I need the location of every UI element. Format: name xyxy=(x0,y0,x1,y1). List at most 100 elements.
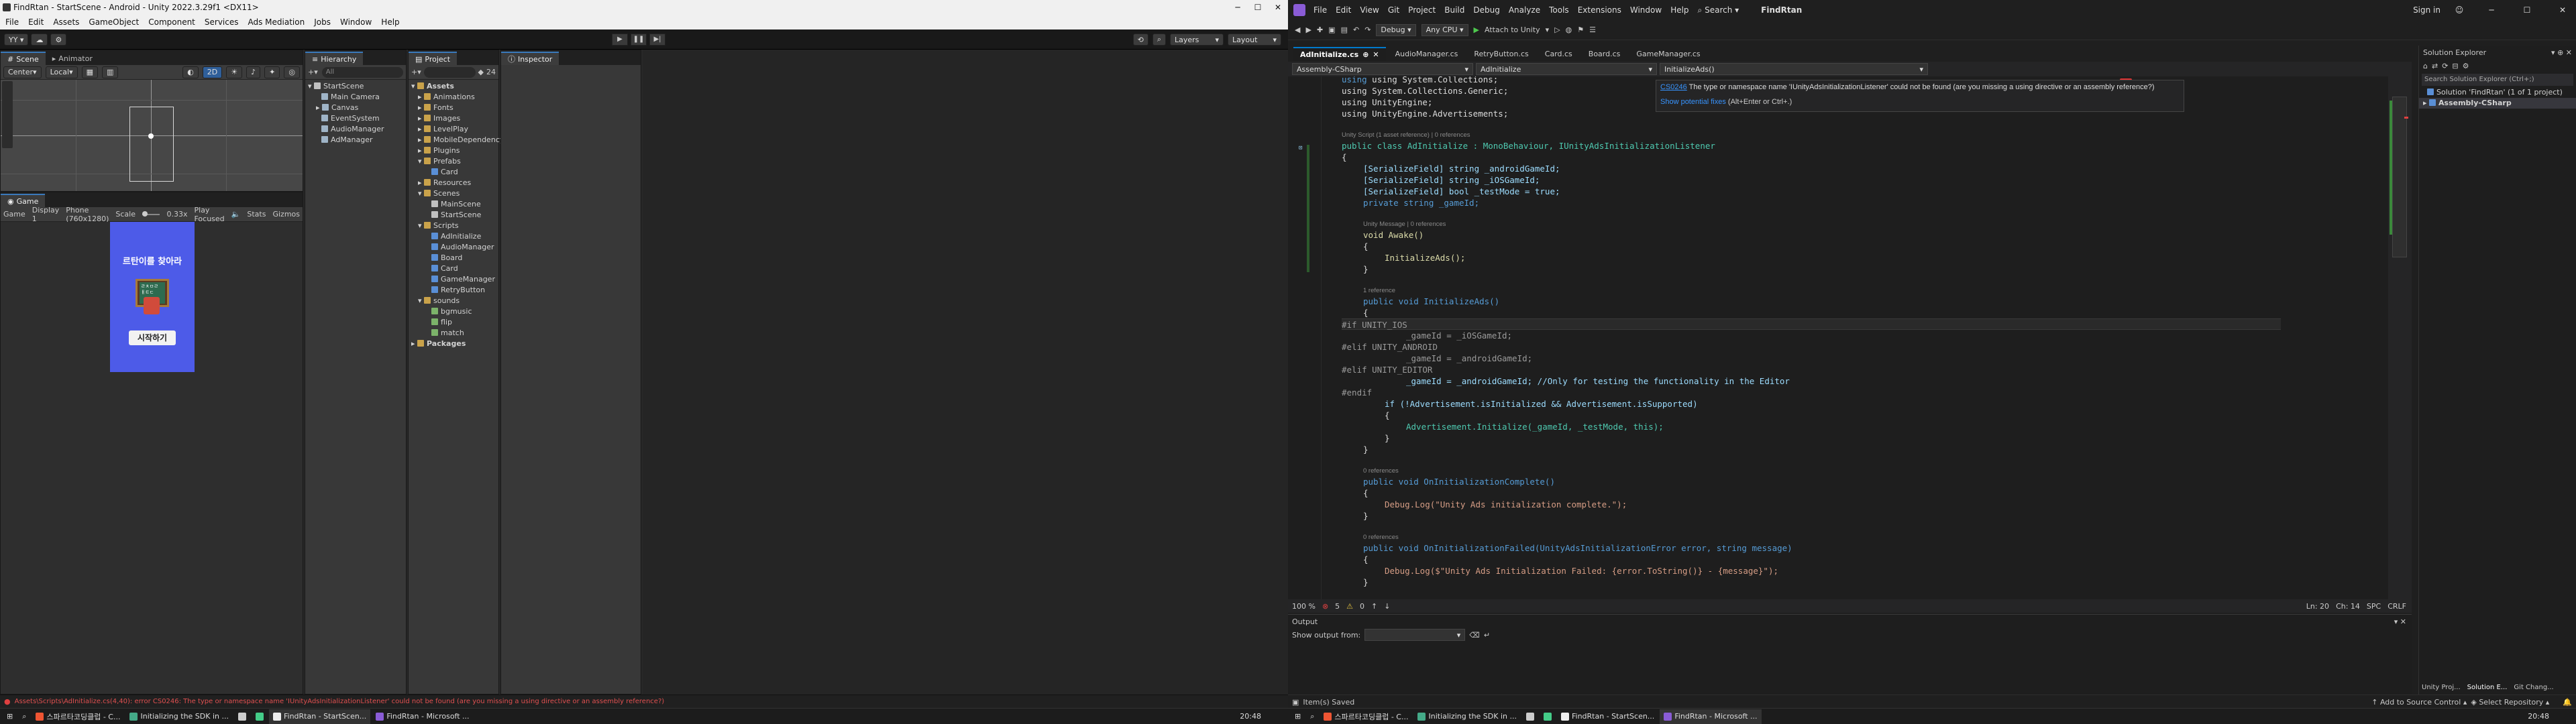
tab-board[interactable]: Board.cs xyxy=(1582,47,1627,60)
project-folder[interactable]: ▾ Scenes xyxy=(411,188,496,199)
menu-help[interactable]: Help xyxy=(381,17,399,27)
settings-icon[interactable]: ⚙ xyxy=(2463,62,2469,70)
tab-gamemanager[interactable]: GameManager.cs xyxy=(1629,47,1707,60)
tab-solution-explorer[interactable]: Solution E... xyxy=(2467,684,2508,691)
editor-scrollbar-map[interactable] xyxy=(2388,76,2412,599)
grid-snap-icon[interactable]: ▦ xyxy=(81,66,99,78)
filter-icon[interactable]: ◆ xyxy=(478,68,484,76)
project-nav-dropdown[interactable]: Assembly-CSharp ▾ xyxy=(1292,63,1473,75)
home-icon[interactable]: ⌂ xyxy=(2423,62,2428,70)
tab-unity-project[interactable]: Unity Proj... xyxy=(2422,684,2461,691)
save-all-icon[interactable]: ▤ xyxy=(1341,25,1348,34)
hierarchy-item[interactable]: ▸ Canvas xyxy=(308,103,403,113)
tab-scene[interactable]: # Scene xyxy=(1,52,46,65)
menu-gameobject[interactable]: GameObject xyxy=(89,17,139,27)
save-icon[interactable]: ▣ xyxy=(1328,25,1335,34)
project-asset[interactable]: AudioManager xyxy=(411,242,496,253)
show-fixes-link[interactable]: Show potential fixes xyxy=(1660,98,1726,106)
unity-status-bar[interactable]: ● Assets\Scripts\AdInitialize.cs(4,40): … xyxy=(0,695,1288,708)
camera-frame[interactable] xyxy=(129,107,174,182)
sign-in-link[interactable]: Sign in xyxy=(2413,5,2440,15)
hierarchy-item[interactable]: AdManager xyxy=(308,135,403,145)
tab-hierarchy[interactable]: ≡ Hierarchy xyxy=(305,52,364,65)
config-dropdown[interactable]: Debug ▾ xyxy=(1376,23,1416,36)
start-button[interactable]: 시작하기 xyxy=(129,330,176,345)
close-icon[interactable]: ✕ xyxy=(1268,0,1288,15)
taskbar-item[interactable]: FindRtan - StartScen... xyxy=(1557,709,1658,724)
vs-menu-window[interactable]: Window xyxy=(1630,5,1662,15)
nav-up-icon[interactable]: ↑ xyxy=(1371,602,1377,611)
taskbar-item[interactable]: 스파르타코딩클럽 - C... xyxy=(32,709,124,724)
code-lens[interactable]: 0 references xyxy=(1342,533,2281,542)
tab-adinitialize[interactable]: AdInitialize.cs ⊕ ✕ xyxy=(1293,47,1386,60)
solution-search-input[interactable]: Search Solution Explorer (Ctrl+;) xyxy=(2422,74,2573,86)
whitespace-mode[interactable]: SPC xyxy=(2367,602,2381,611)
word-wrap-icon[interactable]: ↵ xyxy=(1484,631,1490,640)
project-folder[interactable]: ▸ Resources xyxy=(411,178,496,188)
taskbar-item[interactable]: FindRtan - Microsoft ... xyxy=(1660,709,1762,724)
comment-icon[interactable]: ☰ xyxy=(1589,25,1596,34)
history-icon[interactable]: ⟲ xyxy=(1132,34,1148,46)
pin-icon[interactable]: ▾ ⊕ ✕ xyxy=(2551,48,2576,57)
taskbar-item[interactable]: Initializing the SDK in ... xyxy=(125,709,233,724)
taskbar-item[interactable]: FindRtan - StartScen... xyxy=(269,709,371,724)
scene-tool-palette[interactable] xyxy=(2,81,13,148)
lighting-icon[interactable]: ☀ xyxy=(226,66,243,78)
solution-node[interactable]: Solution 'FindRtan' (1 of 1 project) xyxy=(2419,87,2576,98)
project-asset[interactable]: bgmusic xyxy=(411,306,496,317)
taskbar-item[interactable] xyxy=(1522,709,1538,724)
project-asset[interactable]: Card xyxy=(411,167,496,178)
platform-dropdown[interactable]: Any CPU ▾ xyxy=(1421,23,1468,36)
project-asset[interactable]: AdInitialize xyxy=(411,231,496,242)
error-code-link[interactable]: CS0246 xyxy=(1660,83,1687,91)
project-folder[interactable]: ▸ Plugins xyxy=(411,145,496,156)
minimize-icon[interactable]: ─ xyxy=(1228,0,1248,15)
menu-file[interactable]: File xyxy=(5,17,19,27)
hierarchy-item[interactable]: EventSystem xyxy=(308,113,403,124)
draw-mode-icon[interactable]: ◐ xyxy=(182,66,199,78)
refresh-icon[interactable]: ⟳ xyxy=(2442,62,2448,70)
start-debug-icon[interactable]: ▶ xyxy=(1474,25,1479,34)
vs-menu-help[interactable]: Help xyxy=(1670,5,1688,15)
toggle-2d-button[interactable]: 2D xyxy=(202,66,223,78)
new-item-icon[interactable]: ✚ xyxy=(1317,25,1323,34)
project-folder[interactable]: ▾ Scripts xyxy=(411,221,496,231)
sync-icon[interactable]: ⇄ xyxy=(2432,62,2438,70)
undo-icon[interactable]: ↶ xyxy=(1353,25,1359,34)
tab-animator[interactable]: ▸ Animator xyxy=(46,52,99,65)
menu-component[interactable]: Component xyxy=(148,17,195,27)
scale-slider[interactable] xyxy=(142,210,160,217)
project-search-input[interactable] xyxy=(423,66,476,78)
tab-card[interactable]: Card.cs xyxy=(1538,47,1579,60)
taskbar-item[interactable] xyxy=(1540,709,1556,724)
close-icon[interactable]: ✕ xyxy=(2549,5,2576,15)
hierarchy-search-input[interactable]: All xyxy=(321,66,403,78)
project-asset[interactable]: flip xyxy=(411,317,496,328)
vs-search-box[interactable]: ⌕ Search ▾ xyxy=(1698,5,1739,15)
taskbar-item[interactable]: Initializing the SDK in ... xyxy=(1413,709,1521,724)
clear-output-icon[interactable]: ⌫ xyxy=(1469,631,1480,640)
audio-toggle-icon[interactable]: ♪ xyxy=(246,66,261,78)
vs-menu-debug[interactable]: Debug xyxy=(1473,5,1499,15)
tab-retrybutton[interactable]: RetryButton.cs xyxy=(1467,47,1535,60)
forward-icon[interactable]: ▶ xyxy=(1305,25,1311,34)
redo-icon[interactable]: ↷ xyxy=(1364,25,1371,34)
bookmark-icon[interactable]: ⚑ xyxy=(1577,25,1584,34)
output-source-dropdown[interactable]: ▾ xyxy=(1364,629,1466,641)
close-icon[interactable]: ▾ ✕ xyxy=(2394,617,2412,626)
back-icon[interactable]: ◀ xyxy=(1295,25,1300,34)
menu-ads-mediation[interactable]: Ads Mediation xyxy=(248,17,305,27)
start-icon[interactable]: ⊞ xyxy=(1291,709,1305,724)
effects-icon[interactable]: ✦ xyxy=(264,66,280,78)
account-button[interactable]: YY ▾ xyxy=(4,34,29,46)
mute-icon[interactable]: 🔈 xyxy=(231,210,241,219)
nav-down-icon[interactable]: ↓ xyxy=(1384,602,1390,611)
console-error-message[interactable]: Assets\Scripts\AdInitialize.cs(4,40): er… xyxy=(15,698,1276,705)
project-asset[interactable]: MainScene xyxy=(411,199,496,210)
project-folder[interactable]: ▾ sounds xyxy=(411,296,496,306)
code-lens[interactable]: 0 references xyxy=(1342,467,2281,476)
tab-audiomanager[interactable]: AudioManager.cs xyxy=(1389,47,1465,60)
menu-window[interactable]: Window xyxy=(340,17,372,27)
code-lens[interactable]: 1 reference xyxy=(1342,286,2281,296)
project-folder[interactable]: ▾ Assets xyxy=(411,81,496,92)
